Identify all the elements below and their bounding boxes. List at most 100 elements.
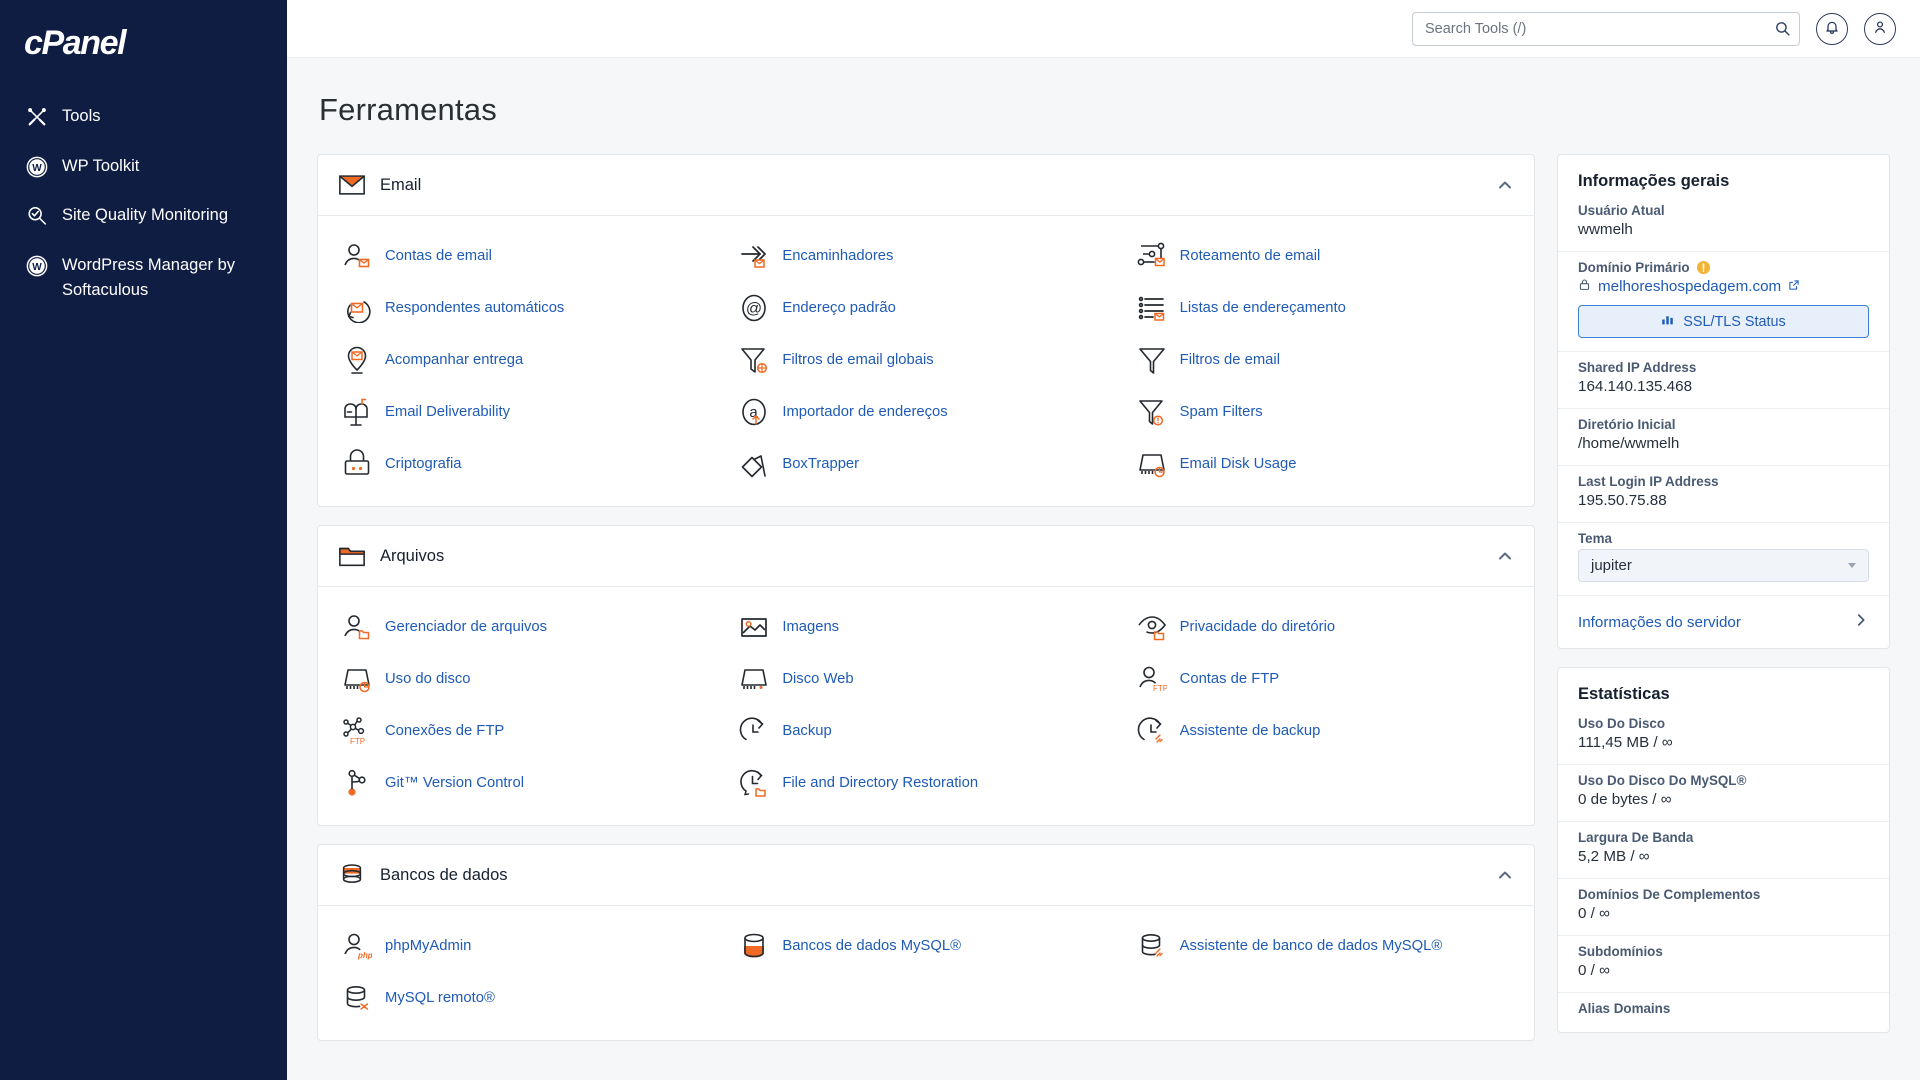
search-input[interactable] xyxy=(1412,11,1800,46)
stat-row: Uso Do Disco 111,45 MB / ∞ xyxy=(1558,708,1889,765)
tile-label: Privacidade do diretório xyxy=(1179,618,1336,635)
chevron-up-icon[interactable] xyxy=(1496,547,1514,565)
page-title: Ferramentas xyxy=(319,92,497,127)
tile-file-and-directory-restoration[interactable]: File and Directory Restoration xyxy=(727,757,1124,809)
tile-contas-de-email[interactable]: Contas de email xyxy=(330,230,727,282)
database-icon xyxy=(338,862,366,888)
tile-assistente-de-backup[interactable]: Assistente de backup xyxy=(1125,705,1522,757)
section-tiles-email: Contas de email Encaminhadores Roteament… xyxy=(318,216,1534,506)
tile-contas-de-ftp[interactable]: FTP Contas de FTP xyxy=(1125,653,1522,705)
row-current-user: Usuário Atual wwmelh xyxy=(1558,195,1889,252)
row-value: 195.50.75.88 xyxy=(1578,492,1667,509)
tile-phpmyadmin[interactable]: php phpMyAdmin xyxy=(330,920,727,972)
tile-roteamento-de-email[interactable]: Roteamento de email xyxy=(1125,230,1522,282)
tile-criptografia[interactable]: Criptografia xyxy=(330,438,727,490)
tile-respondentes-automaticos[interactable]: Respondentes automáticos xyxy=(330,282,727,334)
sidebar-item-wordpress-manager[interactable]: W WordPress Manager by Softaculous xyxy=(0,241,287,316)
tile-filtros-de-email-globais[interactable]: Filtros de email globais xyxy=(727,334,1124,386)
notifications-button[interactable] xyxy=(1816,12,1848,45)
section-header-bancos[interactable]: Bancos de dados xyxy=(318,845,1534,906)
stat-value: 111,45 MB / ∞ xyxy=(1578,734,1673,751)
forwarders-icon xyxy=(739,241,769,271)
row-label: Usuário Atual xyxy=(1578,203,1665,218)
stat-label: Largura De Banda xyxy=(1578,830,1694,845)
search-button[interactable] xyxy=(1770,17,1794,41)
server-information-label: Informações do servidor xyxy=(1578,613,1741,631)
email-routing-icon xyxy=(1137,241,1167,271)
theme-selected-value: jupiter xyxy=(1591,557,1632,574)
stat-row: Largura De Banda 5,2 MB / ∞ xyxy=(1558,822,1889,879)
tile-disco-web[interactable]: Disco Web xyxy=(727,653,1124,705)
tile-uso-do-disco[interactable]: Uso do disco xyxy=(330,653,727,705)
tile-label: Git™ Version Control xyxy=(385,774,524,791)
panel-general-info: Informações gerais Usuário Atual wwmelh … xyxy=(1557,154,1890,649)
tile-label: Disco Web xyxy=(782,670,854,687)
tile-conexoes-de-ftp[interactable]: FTP Conexões de FTP xyxy=(330,705,727,757)
tile-bancos-de-dados-mysql[interactable]: Bancos de dados MySQL® xyxy=(727,920,1124,972)
tile-listas-de-enderecamento[interactable]: Listas de endereçamento xyxy=(1125,282,1522,334)
tile-boxtrapper[interactable]: BoxTrapper xyxy=(727,438,1124,490)
tile-encaminhadores[interactable]: Encaminhadores xyxy=(727,230,1124,282)
main-area: Ferramentas xyxy=(287,0,1920,1080)
tile-imagens[interactable]: Imagens xyxy=(727,601,1124,653)
section-header-email[interactable]: Email xyxy=(318,155,1534,216)
tile-label: Listas de endereçamento xyxy=(1179,299,1346,316)
panel-statistics: Estatísticas Uso Do Disco 111,45 MB / ∞ … xyxy=(1557,667,1890,1033)
tile-endereco-padrao[interactable]: @ Endereço padrão xyxy=(727,282,1124,334)
tile-mysql-remoto[interactable]: MySQL remoto® xyxy=(330,972,727,1024)
tile-spam-filters[interactable]: Spam Filters xyxy=(1125,386,1522,438)
server-information-link[interactable]: Informações do servidor xyxy=(1558,596,1889,648)
external-link-icon xyxy=(1788,278,1800,295)
spam-filters-icon xyxy=(1137,397,1167,427)
tile-label: Conexões de FTP xyxy=(385,722,505,739)
backup-wizard-icon xyxy=(1137,716,1167,746)
sidebar-item-site-quality-monitoring[interactable]: Site Quality Monitoring xyxy=(0,191,287,241)
ssl-tls-status-button[interactable]: SSL/TLS Status xyxy=(1578,305,1869,338)
sidebar-item-tools[interactable]: Tools xyxy=(0,92,287,142)
tile-gerenciador-de-arquivos[interactable]: Gerenciador de arquivos xyxy=(330,601,727,653)
sidebar-item-label: WP Toolkit xyxy=(62,156,140,175)
section-title: Arquivos xyxy=(380,546,445,565)
tile-label: Bancos de dados MySQL® xyxy=(782,937,962,954)
row-value: 164.140.135.468 xyxy=(1578,378,1693,395)
tile-label: Filtros de email globais xyxy=(782,351,934,368)
section-tiles-arquivos: Gerenciador de arquivos Imagens Privacid… xyxy=(318,587,1534,825)
svg-text:W: W xyxy=(32,262,42,273)
chevron-up-icon[interactable] xyxy=(1496,176,1514,194)
tile-email-deliverability[interactable]: Email Deliverability xyxy=(330,386,727,438)
tile-assistente-de-banco-de-dados-mysql[interactable]: Assistente de banco de dados MySQL® xyxy=(1125,920,1522,972)
tile-git-version-control[interactable]: Git™ Version Control xyxy=(330,757,727,809)
sidebar-item-label: WordPress Manager by Softaculous xyxy=(62,255,236,300)
section-email: Email Contas de email Encaminhadores Rot… xyxy=(317,154,1535,507)
tile-label: Assistente de banco de dados MySQL® xyxy=(1179,937,1443,954)
track-delivery-icon xyxy=(342,345,372,375)
tile-privacidade-do-diretorio[interactable]: Privacidade do diretório xyxy=(1125,601,1522,653)
tile-email-disk-usage[interactable]: Email Disk Usage xyxy=(1125,438,1522,490)
topbar xyxy=(287,0,1920,58)
tile-label: Gerenciador de arquivos xyxy=(385,618,548,635)
account-button[interactable] xyxy=(1864,12,1896,45)
tile-label: BoxTrapper xyxy=(782,455,860,472)
warning-icon[interactable] xyxy=(1696,260,1711,275)
phpmyadmin-icon: php xyxy=(342,931,373,961)
email-disk-usage-icon xyxy=(1137,449,1167,479)
brand[interactable]: cPanel xyxy=(0,0,287,86)
tile-label: phpMyAdmin xyxy=(385,937,472,954)
ftp-connections-icon: FTP xyxy=(342,716,372,746)
tile-importador-de-enderecos[interactable]: a Importador de endereços xyxy=(727,386,1124,438)
section-header-arquivos[interactable]: Arquivos xyxy=(318,526,1534,587)
row-label: Last Login IP Address xyxy=(1578,474,1719,489)
row-primary-domain: Domínio Primário melhoreshospedagem.com … xyxy=(1558,252,1889,352)
tile-label: Backup xyxy=(782,722,832,739)
primary-domain-link[interactable]: melhoreshospedagem.com xyxy=(1578,278,1869,295)
tile-acompanhar-entrega[interactable]: Acompanhar entrega xyxy=(330,334,727,386)
tile-backup[interactable]: Backup xyxy=(727,705,1124,757)
chevron-up-icon[interactable] xyxy=(1496,866,1514,884)
sidebar-item-wp-toolkit[interactable]: W WP Toolkit xyxy=(0,142,287,192)
ssl-tls-status-label: SSL/TLS Status xyxy=(1683,313,1786,330)
svg-text:FTP: FTP xyxy=(1153,684,1167,693)
tile-label: Importador de endereços xyxy=(782,403,948,420)
tile-filtros-de-email[interactable]: Filtros de email xyxy=(1125,334,1522,386)
theme-select[interactable]: jupiter xyxy=(1578,549,1869,582)
stat-row: Domínios De Complementos 0 / ∞ xyxy=(1558,879,1889,936)
